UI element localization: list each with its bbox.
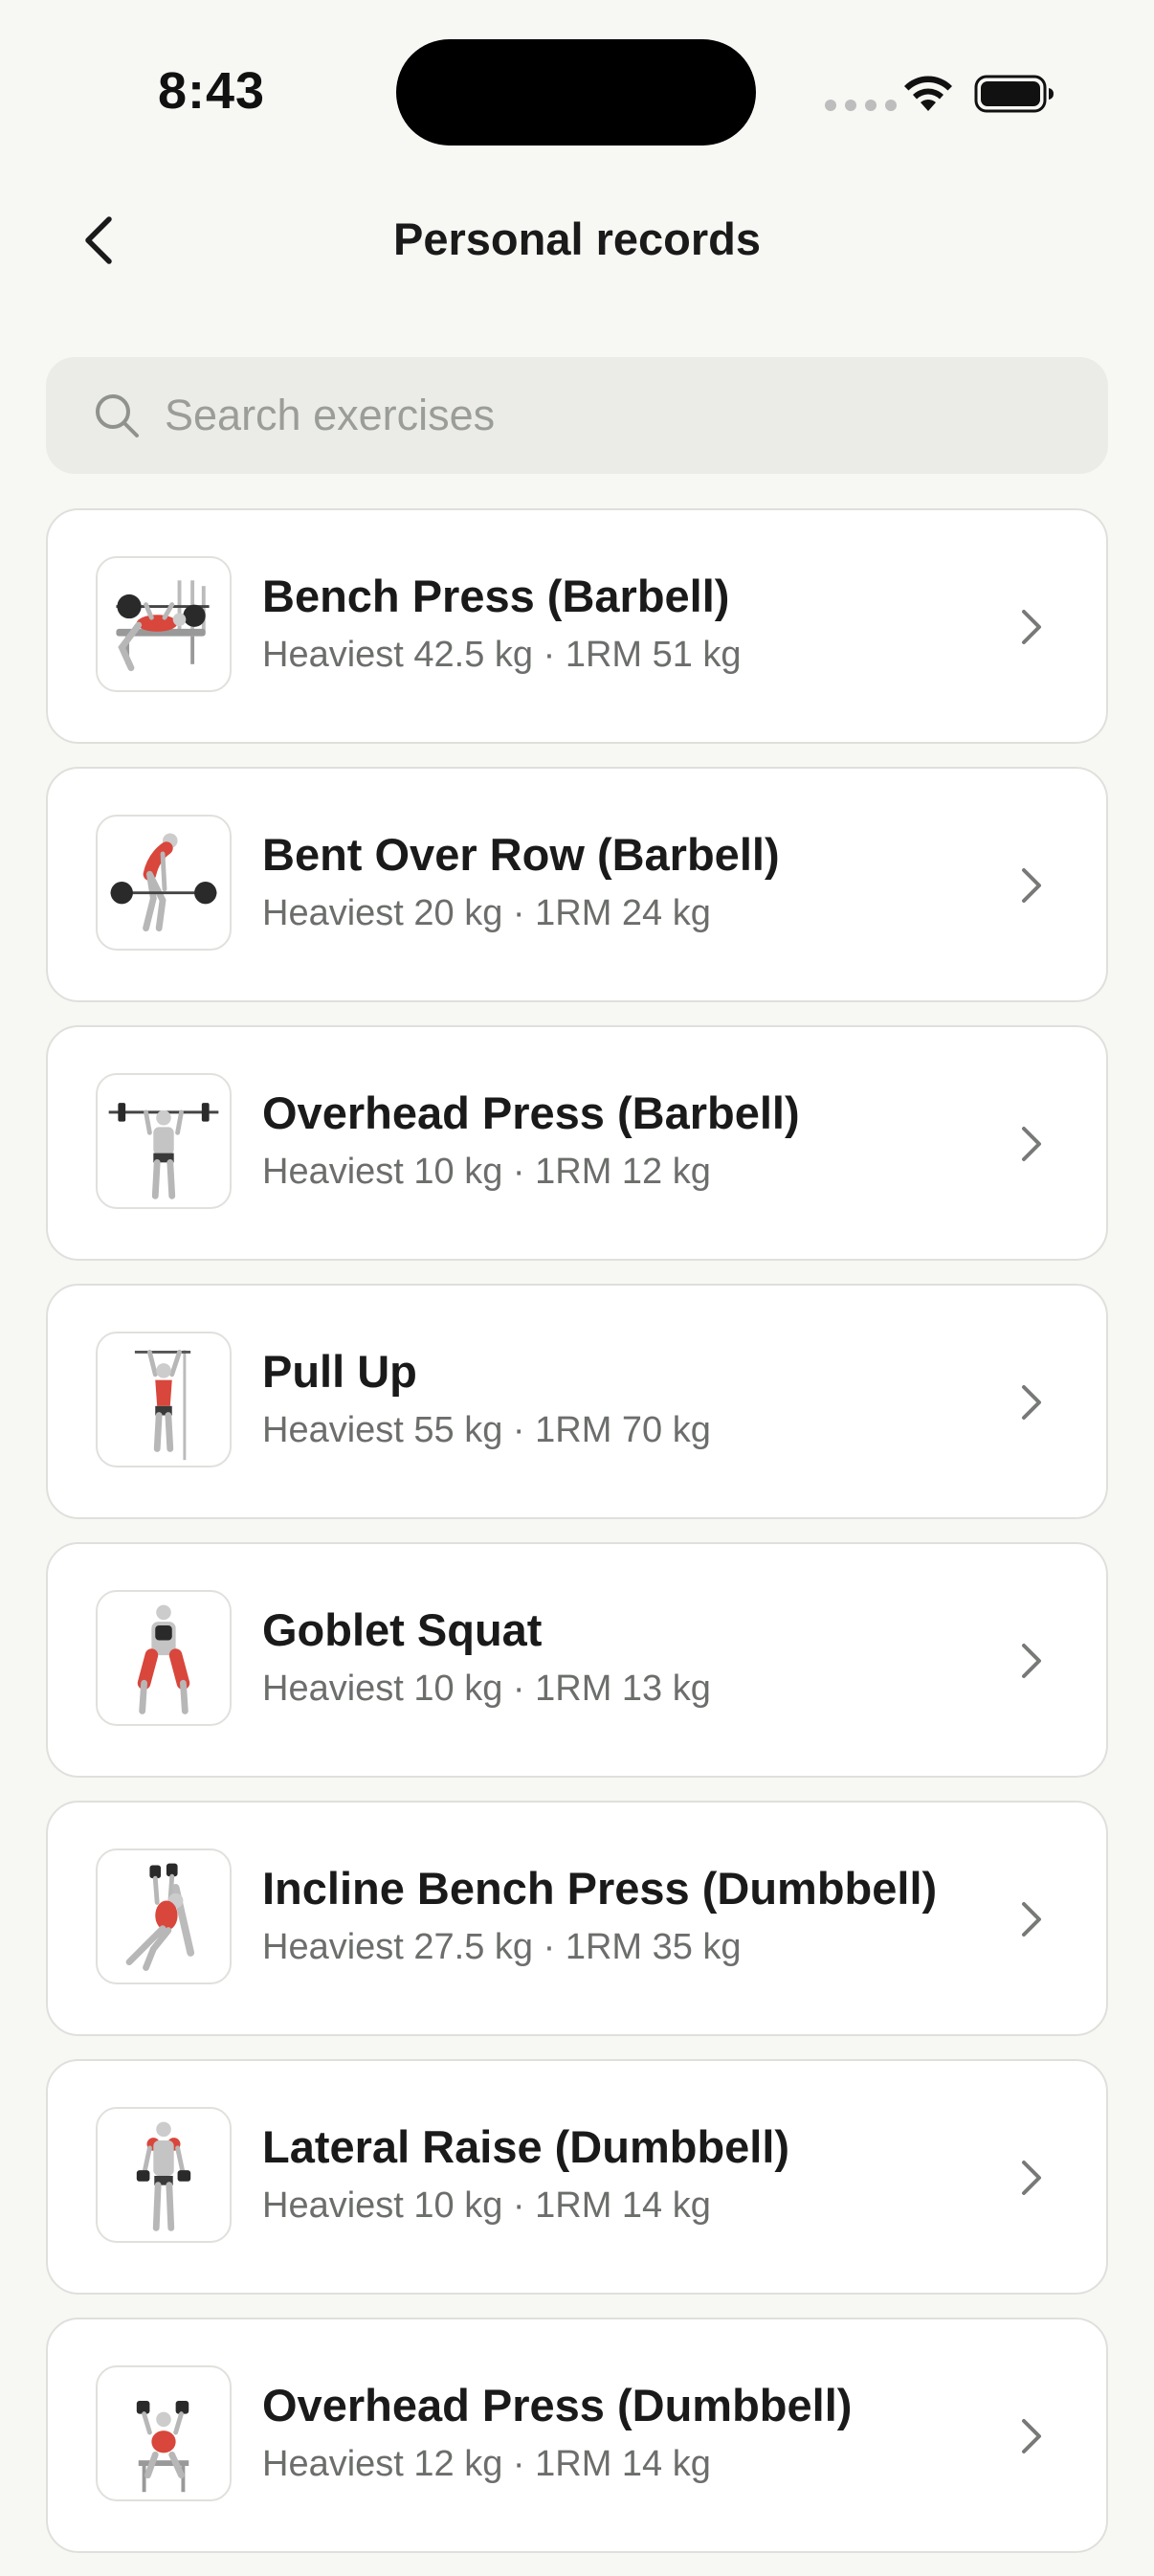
chevron-right-icon	[1022, 610, 1041, 644]
exercise-name: Bench Press (Barbell)	[262, 571, 730, 621]
lateral-raise-icon	[136, 2121, 191, 2231]
exercise-card-overhead-press-dumbbell[interactable]: Overhead Press (Dumbbell) Heaviest 12 kg…	[46, 2318, 1108, 2553]
exercise-thumbnail	[96, 1590, 232, 1726]
header: Personal records	[0, 191, 1154, 292]
exercise-thumbnail	[96, 815, 232, 951]
exercise-card-incline-bench-press-dumbbell[interactable]: Incline Bench Press (Dumbbell) Heaviest …	[46, 1801, 1108, 2036]
bench-press-icon	[116, 580, 210, 672]
exercise-thumbnail	[96, 556, 232, 692]
exercise-card-overhead-press-barbell[interactable]: Overhead Press (Barbell) Heaviest 10 kg …	[46, 1025, 1108, 1261]
wifi-icon	[904, 76, 952, 111]
exercise-thumbnail	[96, 1332, 232, 1467]
goblet-squat-icon	[137, 1604, 190, 1714]
exercise-thumbnail	[96, 2365, 232, 2501]
exercise-name: Overhead Press (Dumbbell)	[262, 2380, 853, 2430]
exercise-name: Overhead Press (Barbell)	[262, 1087, 800, 1138]
exercise-thumbnail	[96, 1073, 232, 1209]
chevron-right-icon	[1022, 1385, 1041, 1420]
search-input[interactable]	[163, 390, 1028, 441]
exercise-name: Bent Over Row (Barbell)	[262, 829, 780, 880]
exercise-card-bench-press-barbell[interactable]: Bench Press (Barbell) Heaviest 42.5 kg ·…	[46, 508, 1108, 744]
pull-up-icon	[134, 1350, 191, 1461]
chevron-right-icon	[1022, 1127, 1041, 1161]
exercise-stats: Heaviest 55 kg · 1RM 70 kg	[262, 1410, 711, 1450]
incline-bench-press-icon	[125, 1863, 195, 1971]
exercise-card-bent-over-row-barbell[interactable]: Bent Over Row (Barbell) Heaviest 20 kg ·…	[46, 767, 1108, 1002]
exercise-name: Goblet Squat	[262, 1604, 543, 1655]
exercise-card-pull-up[interactable]: Pull Up Heaviest 55 kg · 1RM 70 kg	[46, 1284, 1108, 1519]
exercise-stats: Heaviest 20 kg · 1RM 24 kg	[262, 893, 711, 933]
status-time: 8:43	[158, 62, 266, 120]
exercise-list: Bench Press (Barbell) Heaviest 42.5 kg ·…	[46, 508, 1108, 2576]
chevron-right-icon	[1022, 2419, 1041, 2453]
chevron-right-icon	[1022, 1644, 1041, 1678]
exercise-stats: Heaviest 10 kg · 1RM 12 kg	[262, 1152, 711, 1192]
exercise-name: Lateral Raise (Dumbbell)	[262, 2121, 790, 2172]
dumbbell-overhead-press-icon	[136, 2400, 189, 2493]
exercise-thumbnail	[96, 1848, 232, 1984]
search-icon	[96, 394, 139, 437]
page-title: Personal records	[392, 213, 761, 264]
cellular-signal-icon	[825, 100, 897, 111]
search-bar[interactable]	[46, 357, 1108, 474]
exercise-card-lateral-raise-dumbbell[interactable]: Lateral Raise (Dumbbell) Heaviest 10 kg …	[46, 2059, 1108, 2295]
exercise-stats: Heaviest 27.5 kg · 1RM 35 kg	[262, 1927, 742, 1967]
exercise-stats: Heaviest 10 kg · 1RM 13 kg	[262, 1669, 711, 1709]
exercise-card-goblet-squat[interactable]: Goblet Squat Heaviest 10 kg · 1RM 13 kg	[46, 1542, 1108, 1778]
exercise-thumbnail	[96, 2107, 232, 2243]
dynamic-island	[396, 39, 756, 146]
exercise-name: Incline Bench Press (Dumbbell)	[262, 1863, 938, 1914]
chevron-right-icon	[1022, 868, 1041, 903]
battery-icon	[974, 75, 1054, 113]
overhead-press-icon	[108, 1103, 219, 1199]
bent-over-row-icon	[110, 833, 217, 932]
exercise-name: Pull Up	[262, 1346, 417, 1397]
exercise-stats: Heaviest 10 kg · 1RM 14 kg	[262, 2185, 711, 2226]
chevron-right-icon	[1022, 2161, 1041, 2195]
exercise-stats: Heaviest 42.5 kg · 1RM 51 kg	[262, 635, 742, 675]
exercise-stats: Heaviest 12 kg · 1RM 14 kg	[262, 2444, 711, 2484]
chevron-right-icon	[1022, 1902, 1041, 1937]
status-bar: 8:43	[0, 0, 1154, 182]
